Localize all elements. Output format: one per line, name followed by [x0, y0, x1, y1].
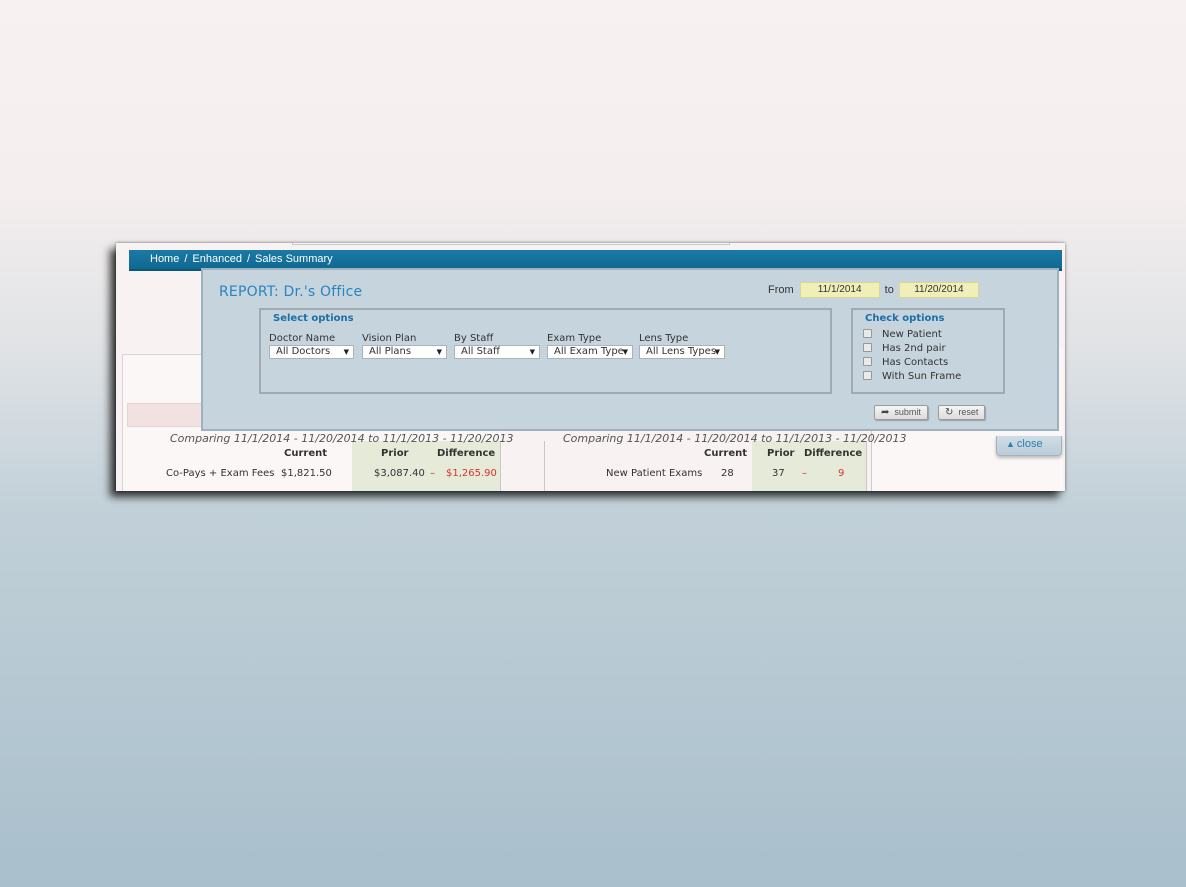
from-date-input[interactable]: 11/1/2014	[799, 282, 880, 298]
row-label: Co-Pays + Exam Fees	[166, 468, 275, 479]
report-title: REPORT: Dr.'s Office	[219, 284, 363, 300]
checkbox[interactable]	[863, 342, 872, 352]
date-range: From 11/1/2014 to 11/20/2014	[768, 282, 979, 298]
dropdown-arrow-icon: ▼	[714, 348, 720, 356]
doctor-name-value: All Doctors	[276, 346, 331, 357]
row-prior: $3,087.40	[374, 468, 425, 479]
breadcrumb: Home / Enhanced / Sales Summary	[150, 253, 333, 265]
reset-button[interactable]: ↻ reset	[938, 405, 986, 420]
checkbox[interactable]	[863, 356, 872, 366]
row-current: 28	[721, 468, 734, 479]
reset-label: reset	[958, 407, 979, 417]
lens-type-field: Lens Type All Lens Types ▼	[639, 333, 725, 359]
dropdown-arrow-icon: ▼	[343, 348, 349, 356]
doctor-name-select[interactable]: All Doctors ▼	[269, 345, 354, 359]
app-window: Home / Enhanced / Sales Summary Comparing 11…	[116, 243, 1065, 491]
dropdown-arrow-icon: ▼	[436, 348, 442, 356]
select-options-group: Select options Doctor Name All Doctors ▼ …	[259, 308, 832, 394]
doctor-name-field: Doctor Name All Doctors ▼	[269, 333, 354, 359]
row-difference: 9	[838, 468, 845, 479]
check-with-sun-frame[interactable]: With Sun Frame	[863, 370, 962, 382]
share-icon: ➦	[881, 407, 890, 418]
check-options-legend: Check options	[865, 313, 945, 324]
check-label: New Patient	[882, 329, 942, 340]
refresh-icon: ↻	[945, 407, 954, 418]
by-staff-value: All Staff	[461, 346, 500, 357]
dropdown-arrow-icon: ▼	[529, 348, 535, 356]
column-header-current: Current	[704, 448, 748, 459]
report-options-panel: REPORT: Dr.'s Office From 11/1/2014 to 11/2…	[201, 268, 1059, 431]
column-header-prior: Prior	[767, 448, 795, 459]
column-header-prior: Prior	[381, 448, 409, 459]
row-prior: 37	[772, 468, 785, 479]
select-options-legend: Select options	[273, 313, 354, 324]
lens-type-label: Lens Type	[639, 333, 689, 344]
check-label: Has Contacts	[882, 357, 949, 368]
column-header-difference: Difference	[804, 448, 863, 459]
by-staff-field: By Staff All Staff ▼	[454, 333, 540, 359]
lens-type-value: All Lens Types	[646, 346, 717, 357]
comparison-caption-left: Comparing 11/1/2014 - 11/20/2014 to 11/1…	[170, 432, 514, 445]
check-has-2nd-pair[interactable]: Has 2nd pair	[863, 342, 946, 354]
checkbox[interactable]	[863, 328, 872, 338]
row-difference: $1,265.90	[446, 468, 497, 479]
vision-plan-label: Vision Plan	[362, 333, 417, 344]
search-bar-remnant	[292, 243, 730, 245]
check-label: Has 2nd pair	[882, 343, 946, 354]
column-header-current: Current	[284, 448, 328, 459]
to-date-input[interactable]: 11/20/2014	[898, 282, 979, 298]
vision-plan-field: Vision Plan All Plans ▼	[362, 333, 447, 359]
by-staff-label: By Staff	[454, 333, 494, 344]
checkbox[interactable]	[863, 370, 872, 380]
row-sign: –	[430, 468, 435, 479]
close-button[interactable]: ▲ close	[996, 436, 1062, 456]
panel-header-strip	[127, 403, 209, 427]
breadcrumb-home[interactable]: Home	[150, 253, 179, 265]
exam-type-select[interactable]: All Exam Type ▼	[547, 345, 633, 359]
check-has-contacts[interactable]: Has Contacts	[863, 356, 949, 368]
breadcrumb-enhanced[interactable]: Enhanced	[192, 253, 242, 265]
exam-type-field: Exam Type All Exam Type ▼	[547, 333, 633, 359]
check-new-patient[interactable]: New Patient	[863, 328, 942, 340]
lens-type-select[interactable]: All Lens Types ▼	[639, 345, 725, 359]
divider	[866, 441, 867, 491]
row-current: $1,821.50	[281, 468, 332, 479]
chevron-up-icon: ▲	[1006, 439, 1015, 449]
submit-button[interactable]: ➦ submit	[874, 405, 928, 420]
exam-type-value: All Exam Type	[554, 346, 624, 357]
divider	[544, 441, 545, 491]
row-sign: –	[802, 468, 807, 479]
check-label: With Sun Frame	[882, 371, 962, 382]
divider	[500, 441, 501, 491]
breadcrumb-separator: /	[184, 253, 188, 265]
from-label: From	[768, 283, 794, 296]
exam-type-label: Exam Type	[547, 333, 602, 344]
vision-plan-select[interactable]: All Plans ▼	[362, 345, 447, 359]
close-label: close	[1016, 438, 1043, 450]
to-label: to	[884, 283, 894, 296]
breadcrumb-separator: /	[246, 253, 251, 265]
breadcrumb-sales-summary[interactable]: Sales Summary	[255, 253, 333, 265]
by-staff-select[interactable]: All Staff ▼	[454, 345, 540, 359]
row-label: New Patient Exams	[606, 468, 703, 479]
column-header-difference: Difference	[437, 448, 496, 459]
doctor-name-label: Doctor Name	[269, 333, 336, 344]
comparison-caption-right: Comparing 11/1/2014 - 11/20/2014 to 11/1…	[563, 432, 907, 445]
dropdown-arrow-icon: ▼	[622, 348, 628, 356]
vision-plan-value: All Plans	[369, 346, 412, 357]
check-options-group: Check options New Patient Has 2nd pair H…	[851, 308, 1005, 394]
submit-label: submit	[894, 407, 921, 417]
